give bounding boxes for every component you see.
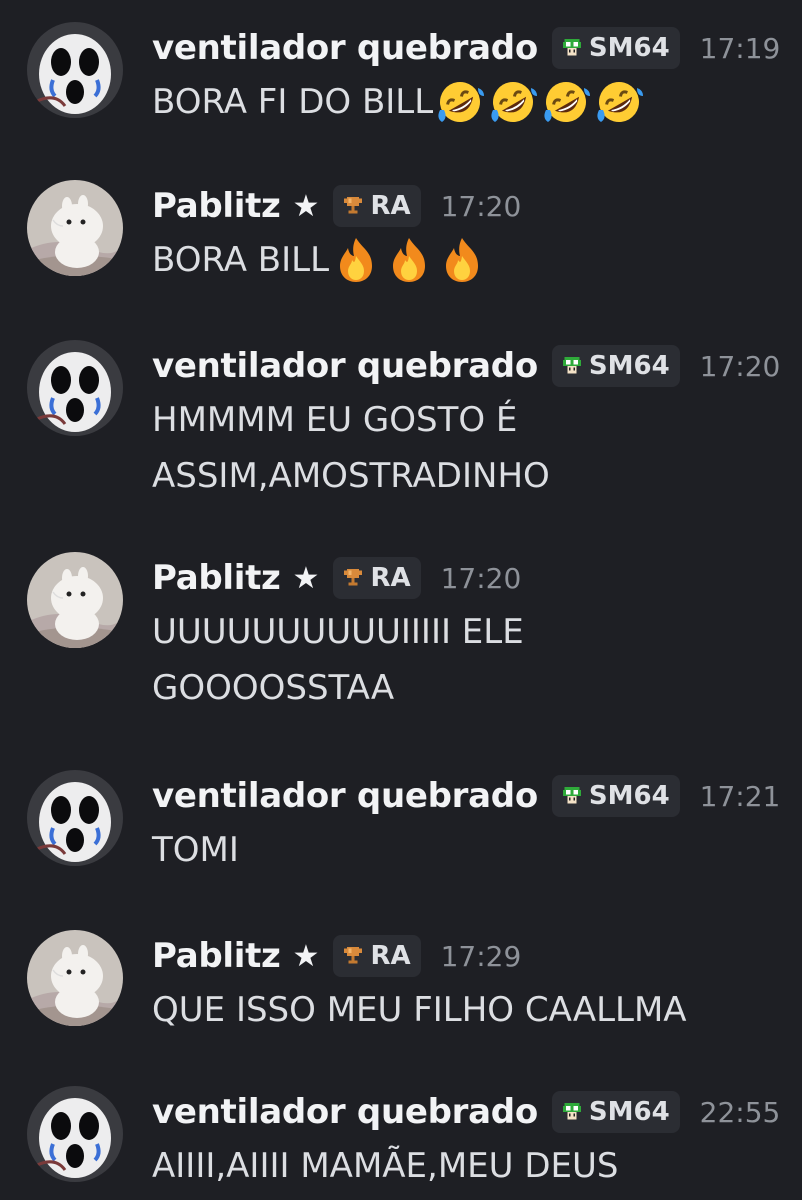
emoji-row bbox=[433, 76, 645, 128]
server-tag[interactable]: RA bbox=[333, 935, 421, 977]
chat-message[interactable]: ventilador quebrado SM64 17:21 TOMI bbox=[0, 770, 802, 920]
username[interactable]: Pablitz bbox=[152, 186, 281, 226]
mushroom-icon bbox=[560, 36, 584, 60]
message-content: TOMI bbox=[152, 822, 772, 878]
emoji-row bbox=[329, 234, 488, 286]
rofl-emoji-icon bbox=[487, 76, 539, 128]
avatar[interactable] bbox=[27, 22, 123, 118]
timestamp[interactable]: 17:19 bbox=[700, 32, 781, 65]
server-tag[interactable]: SM64 bbox=[551, 1091, 680, 1133]
trophy-icon bbox=[341, 566, 365, 590]
server-tag[interactable]: RA bbox=[333, 557, 421, 599]
message-content: UUUUUUUUUUIIIII ELE GOOOOSSTAA bbox=[152, 604, 772, 716]
chat-message[interactable]: ventilador quebrado SM64 22:55 AIIII,AIIII… bbox=[0, 1086, 802, 1200]
username[interactable]: ventilador quebrado bbox=[152, 346, 538, 386]
server-tag-label: RA bbox=[370, 563, 411, 593]
server-tag[interactable]: SM64 bbox=[551, 345, 680, 387]
avatar[interactable] bbox=[27, 1086, 123, 1182]
message-header: ventilador quebrado SM64 22:55 bbox=[152, 1086, 780, 1138]
message-text: UUUUUUUUUUIIIII ELE GOOOOSSTAA bbox=[152, 612, 535, 708]
server-tag-label: SM64 bbox=[588, 781, 670, 811]
server-tag-label: RA bbox=[370, 191, 411, 221]
timestamp[interactable]: 17:29 bbox=[441, 940, 522, 973]
fire-emoji-icon bbox=[383, 234, 435, 286]
chat-message[interactable]: Pablitz ★ RA 17:20 BORA BILL bbox=[0, 180, 802, 330]
avatar[interactable] bbox=[27, 770, 123, 866]
timestamp[interactable]: 17:20 bbox=[441, 190, 522, 223]
message-text: BORA FI DO BILL bbox=[152, 82, 434, 122]
message-text: AIIII,AIIII MAMÃE,MEU DEUS bbox=[152, 1146, 619, 1186]
message-content: QUE ISSO MEU FILHO CAALLMA bbox=[152, 982, 772, 1038]
server-tag-label: RA bbox=[370, 941, 411, 971]
rofl-emoji-icon bbox=[540, 76, 592, 128]
message-text: HMMMM EU GOSTO É ASSIM,AMOSTRADINHO bbox=[152, 400, 550, 496]
message-text: TOMI bbox=[152, 830, 239, 870]
message-header: Pablitz ★ RA 17:20 bbox=[152, 180, 521, 232]
message-header: ventilador quebrado SM64 17:20 bbox=[152, 340, 780, 392]
chat-message[interactable]: ventilador quebrado SM64 17:19 BORA FI DO … bbox=[0, 22, 802, 172]
server-tag-label: SM64 bbox=[588, 1097, 670, 1127]
mushroom-icon bbox=[560, 1100, 584, 1124]
server-tag[interactable]: SM64 bbox=[551, 775, 680, 817]
fire-emoji-icon bbox=[330, 234, 382, 286]
chat-message[interactable]: Pablitz ★ RA 17:29 QUE ISSO MEU FILHO CAALL… bbox=[0, 930, 802, 1080]
server-tag-label: SM64 bbox=[588, 33, 670, 63]
timestamp[interactable]: 22:55 bbox=[700, 1096, 781, 1129]
trophy-icon bbox=[341, 944, 365, 968]
username[interactable]: Pablitz bbox=[152, 936, 281, 976]
username[interactable]: ventilador quebrado bbox=[152, 28, 538, 68]
message-header: Pablitz ★ RA 17:20 bbox=[152, 552, 521, 604]
message-header: ventilador quebrado SM64 17:21 bbox=[152, 770, 780, 822]
message-feed: ventilador quebrado SM64 17:19 BORA FI DO … bbox=[0, 0, 802, 1200]
timestamp[interactable]: 17:21 bbox=[700, 780, 781, 813]
message-text: BORA BILL bbox=[152, 240, 330, 280]
timestamp[interactable]: 17:20 bbox=[441, 562, 522, 595]
server-tag-label: SM64 bbox=[588, 351, 670, 381]
avatar[interactable] bbox=[27, 552, 123, 648]
username[interactable]: Pablitz bbox=[152, 558, 281, 598]
username[interactable]: ventilador quebrado bbox=[152, 1092, 538, 1132]
message-text: QUE ISSO MEU FILHO CAALLMA bbox=[152, 990, 687, 1030]
trophy-icon bbox=[341, 194, 365, 218]
avatar[interactable] bbox=[27, 180, 123, 276]
avatar[interactable] bbox=[27, 930, 123, 1026]
star-icon: ★ bbox=[292, 188, 320, 224]
message-header: Pablitz ★ RA 17:29 bbox=[152, 930, 521, 982]
message-header: ventilador quebrado SM64 17:19 bbox=[152, 22, 780, 74]
star-icon: ★ bbox=[292, 938, 320, 974]
server-tag[interactable]: SM64 bbox=[551, 27, 680, 69]
chat-message[interactable]: ventilador quebrado SM64 17:20 HMMMM EU GO… bbox=[0, 340, 802, 496]
fire-emoji-icon bbox=[436, 234, 488, 286]
message-content: BORA BILL bbox=[152, 232, 772, 288]
star-icon: ★ bbox=[292, 560, 320, 596]
rofl-emoji-icon bbox=[593, 76, 645, 128]
chat-message[interactable]: Pablitz ★ RA 17:20 UUUUUUUUUUIIIII ELE GOOO… bbox=[0, 552, 802, 708]
rofl-emoji-icon bbox=[434, 76, 486, 128]
message-content: AIIII,AIIII MAMÃE,MEU DEUS bbox=[152, 1138, 772, 1194]
mushroom-icon bbox=[560, 354, 584, 378]
mushroom-icon bbox=[560, 784, 584, 808]
avatar[interactable] bbox=[27, 340, 123, 436]
username[interactable]: ventilador quebrado bbox=[152, 776, 538, 816]
message-content: HMMMM EU GOSTO É ASSIM,AMOSTRADINHO bbox=[152, 392, 772, 504]
server-tag[interactable]: RA bbox=[333, 185, 421, 227]
message-content: BORA FI DO BILL bbox=[152, 74, 772, 130]
timestamp[interactable]: 17:20 bbox=[700, 350, 781, 383]
